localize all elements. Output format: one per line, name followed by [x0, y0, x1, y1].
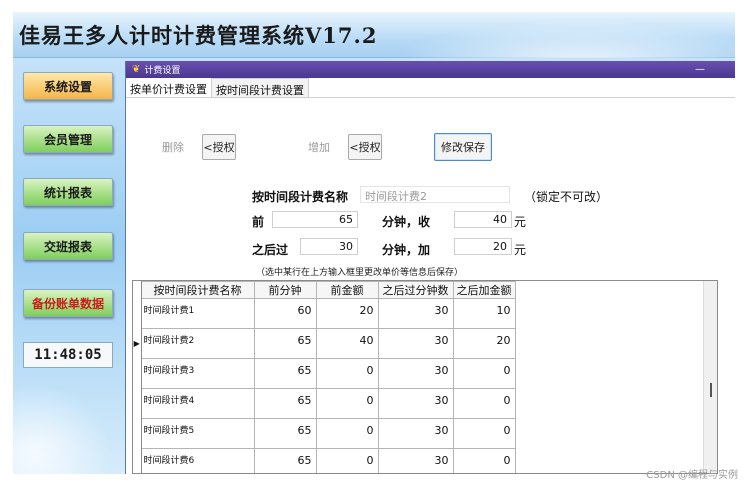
cell-before-minutes[interactable]: 65 — [253, 448, 317, 473]
app-flame-icon: ❦ — [132, 64, 141, 75]
cell-before-minutes[interactable]: 65 — [253, 388, 317, 419]
selected-row-indicator-icon[interactable]: ▶ — [133, 328, 142, 359]
cell-name[interactable]: 时间段计费4 — [140, 388, 255, 419]
table-row[interactable]: 时间段计费5 65 0 30 0 — [133, 418, 516, 449]
column-header-before-minutes[interactable]: 前分钟 — [253, 281, 317, 299]
window-titlebar: ❦ 计费设置 — — [126, 61, 735, 78]
row-selector-header — [133, 281, 142, 299]
app-banner: 佳易王多人计时计费管理系统V17.2 — [13, 12, 735, 58]
minutes-add-label: 分钟，加 — [382, 243, 431, 257]
name-label: 按时间段计费名称 — [252, 190, 349, 204]
sidebar-item-statistics-report[interactable]: 统计报表 — [23, 178, 113, 206]
cell-name[interactable]: 时间段计费5 — [140, 418, 255, 449]
cell-after-amount[interactable]: 0 — [452, 448, 516, 473]
table-row[interactable]: 时间段计费6 65 0 30 0 — [133, 448, 516, 473]
add-button[interactable]: 增加 — [294, 134, 344, 160]
cell-before-amount[interactable]: 0 — [315, 388, 379, 419]
cell-before-minutes[interactable]: 60 — [253, 298, 317, 329]
cell-before-amount[interactable]: 20 — [315, 298, 379, 329]
before-minutes-input[interactable]: 65 — [272, 211, 358, 228]
cell-before-amount[interactable]: 0 — [315, 358, 379, 389]
tab-strip: 按单价计费设置 按时间段计费设置 — [126, 78, 309, 98]
table-header-row: 按时间段计费名称 前分钟 前金额 之后过分钟数 之后加金额 — [133, 281, 516, 299]
save-changes-button[interactable]: 修改保存 — [434, 133, 492, 161]
row-selector[interactable] — [133, 298, 142, 329]
watermark: CSDN @编程与实例 — [646, 470, 738, 481]
app-frame: 佳易王多人计时计费管理系统V17.2 系统设置 会员管理 统计报表 交班报表 备… — [13, 12, 735, 474]
table-row[interactable]: 时间段计费4 65 0 30 0 — [133, 388, 516, 419]
name-field: 时间段计费2 — [360, 186, 510, 203]
after-label: 之后过 — [252, 243, 289, 257]
cell-before-minutes[interactable]: 65 — [253, 358, 317, 389]
cell-after-amount[interactable]: 10 — [452, 298, 516, 329]
column-header-before-amount[interactable]: 前金额 — [315, 281, 379, 299]
tab-time-period-billing[interactable]: 按时间段计费设置 — [211, 78, 309, 98]
authorize-delete-button[interactable]: <授权 — [202, 134, 236, 160]
vertical-scrollbar[interactable] — [703, 281, 717, 473]
column-header-name[interactable]: 按时间段计费名称 — [140, 281, 255, 299]
cell-after-amount[interactable]: 20 — [452, 328, 516, 359]
cell-before-amount[interactable]: 40 — [315, 328, 379, 359]
cell-name[interactable]: 时间段计费3 — [140, 358, 255, 389]
locked-note: （锁定不可改） — [524, 190, 609, 204]
sidebar-item-backup-bills[interactable]: 备份账单数据 — [23, 289, 113, 317]
scrollbar-thumb[interactable] — [710, 383, 712, 397]
cell-after-minutes[interactable]: 30 — [377, 388, 454, 419]
window-title: 计费设置 — [144, 66, 181, 76]
sidebar-item-system-settings[interactable]: 系统设置 — [23, 72, 113, 100]
minutes-charge-label: 分钟，收 — [382, 215, 431, 229]
add-amount-input[interactable]: 20 — [454, 238, 512, 255]
charge-amount-input[interactable]: 40 — [454, 211, 512, 228]
cell-name[interactable]: 时间段计费2 — [140, 328, 255, 359]
tab-unit-price-billing[interactable]: 按单价计费设置 — [126, 78, 211, 98]
cell-after-amount[interactable]: 0 — [452, 388, 516, 419]
cell-after-amount[interactable]: 0 — [452, 358, 516, 389]
cell-before-minutes[interactable]: 65 — [253, 418, 317, 449]
sidebar-item-member-management[interactable]: 会员管理 — [23, 125, 113, 153]
cell-after-minutes[interactable]: 30 — [377, 418, 454, 449]
row-selector[interactable] — [133, 448, 142, 473]
authorize-add-button[interactable]: <授权 — [348, 134, 382, 160]
cell-after-minutes[interactable]: 30 — [377, 298, 454, 329]
table-row[interactable]: 时间段计费1 60 20 30 10 — [133, 298, 516, 329]
banner-decoration — [355, 12, 735, 58]
cell-after-minutes[interactable]: 30 — [377, 358, 454, 389]
billing-table: 按时间段计费名称 前分钟 前金额 之后过分钟数 之后加金额 时间段计费1 60 … — [132, 280, 718, 474]
cell-after-amount[interactable]: 0 — [452, 418, 516, 449]
tab-divider — [126, 97, 735, 98]
minimize-icon[interactable]: — — [695, 64, 705, 75]
cell-before-minutes[interactable]: 65 — [253, 328, 317, 359]
table-row[interactable]: 时间段计费3 65 0 30 0 — [133, 358, 516, 389]
cell-name[interactable]: 时间段计费6 — [140, 448, 255, 473]
cell-after-minutes[interactable]: 30 — [377, 448, 454, 473]
yuan-label-1: 元 — [514, 215, 527, 229]
before-label: 前 — [252, 215, 265, 229]
cell-name[interactable]: 时间段计费1 — [140, 298, 255, 329]
delete-button[interactable]: 删除 — [148, 134, 198, 160]
column-header-after-minutes[interactable]: 之后过分钟数 — [377, 281, 454, 299]
app-title: 佳易王多人计时计费管理系统V17.2 — [19, 23, 378, 48]
sidebar-item-shift-report[interactable]: 交班报表 — [23, 232, 113, 260]
cell-before-amount[interactable]: 0 — [315, 448, 379, 473]
after-minutes-input[interactable]: 30 — [300, 238, 358, 255]
row-selector[interactable] — [133, 358, 142, 389]
row-selector[interactable] — [133, 418, 142, 449]
billing-settings-window: ❦ 计费设置 — 按单价计费设置 按时间段计费设置 删除 <授权 增加 <授权 … — [125, 61, 735, 474]
table-row[interactable]: ▶ 时间段计费2 65 40 30 20 — [133, 328, 516, 359]
row-selector[interactable] — [133, 388, 142, 419]
cell-before-amount[interactable]: 0 — [315, 418, 379, 449]
hint-text: （选中某行在上方输入框里更改单价等信息后保存） — [256, 268, 464, 278]
cell-after-minutes[interactable]: 30 — [377, 328, 454, 359]
column-header-after-amount[interactable]: 之后加金额 — [452, 281, 516, 299]
yuan-label-2: 元 — [514, 243, 527, 257]
sidebar-decoration — [13, 372, 125, 474]
clock-display: 11:48:05 — [23, 342, 113, 368]
